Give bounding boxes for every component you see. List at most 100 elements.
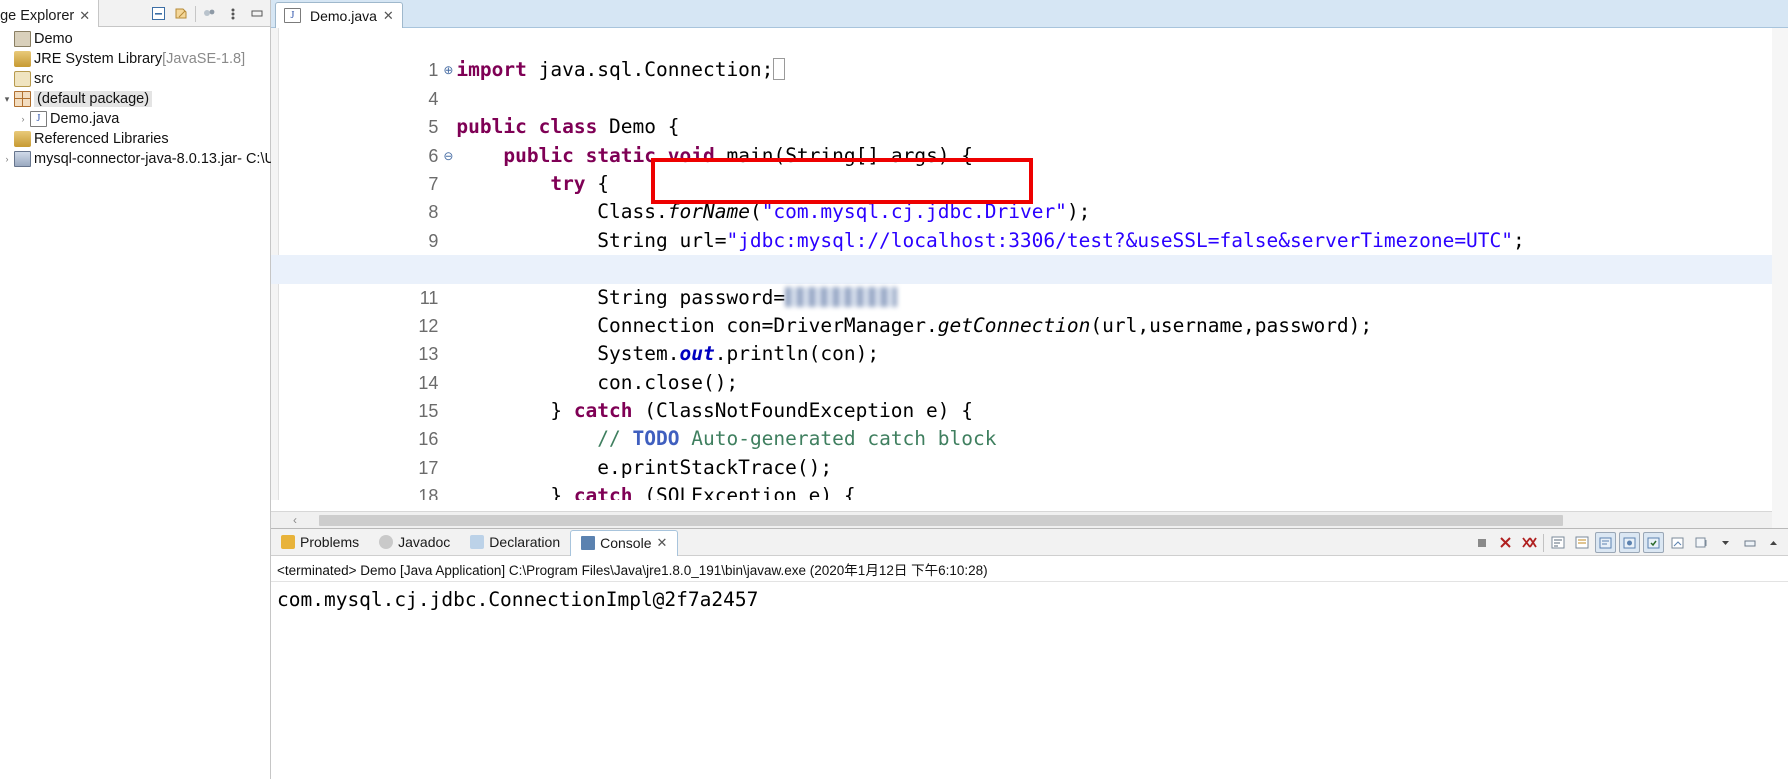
tab-problems[interactable]: Problems bbox=[271, 529, 369, 556]
tab-package-explorer[interactable]: age Explorer ✕ bbox=[0, 0, 100, 27]
remove-launch-icon[interactable] bbox=[1495, 532, 1516, 553]
console-output-text: com.mysql.cj.jdbc.ConnectionImpl@2f7a245… bbox=[277, 588, 759, 611]
tree-item-suffix: [JavaSE-1.8] bbox=[162, 51, 246, 67]
console-toolbar bbox=[1471, 532, 1784, 553]
tree-item-label: Referenced Libraries bbox=[34, 131, 169, 147]
expand-arrow-icon[interactable]: › bbox=[0, 154, 14, 164]
java-file-icon: J bbox=[284, 8, 301, 23]
show-console-icon[interactable] bbox=[1595, 532, 1616, 553]
tree-item-referenced-libraries[interactable]: Referenced Libraries bbox=[0, 129, 270, 149]
remove-all-launches-icon[interactable] bbox=[1519, 532, 1540, 553]
close-icon[interactable]: ✕ bbox=[657, 535, 668, 551]
expand-arrow-icon[interactable]: › bbox=[16, 114, 30, 124]
code-line: 6 ⊖ public static void main(String[] args… bbox=[271, 113, 1788, 167]
editor-horizontal-scrollbar[interactable]: ‹ › bbox=[271, 511, 1788, 528]
code-editor[interactable]: 1 ⊕ import java.sql.Connection; 4 5 public … bbox=[271, 28, 1788, 528]
package-icon bbox=[14, 91, 31, 107]
console-icon bbox=[581, 536, 596, 550]
code-line: 14 con.close(); bbox=[271, 340, 1788, 394]
source-folder-icon bbox=[14, 71, 31, 87]
tree-item-src[interactable]: src bbox=[0, 69, 270, 89]
code-line: 8 Class.forName("com.mysql.cj.jdbc.Drive… bbox=[271, 170, 1788, 223]
tab-label: Declaration bbox=[489, 534, 561, 550]
code-line: 15 } catch (ClassNotFoundException e) { bbox=[271, 369, 1788, 422]
view-menu-dots-icon[interactable] bbox=[198, 3, 220, 25]
code-line: 4 bbox=[271, 56, 1788, 109]
tree-item-mysql-connector-jar[interactable]: › mysql-connector-java-8.0.13.jar - C:\U bbox=[0, 149, 275, 169]
tab-console[interactable]: Console ✕ bbox=[570, 529, 679, 556]
tree-item-jre-system-library[interactable]: JRE System Library [JavaSE-1.8] bbox=[0, 49, 270, 69]
tree-item-label: Demo.java bbox=[50, 111, 120, 127]
tree-item-default-package[interactable]: ▾ (default package) bbox=[0, 89, 270, 109]
terminate-icon[interactable] bbox=[1471, 532, 1492, 553]
scroll-track[interactable] bbox=[319, 514, 1766, 526]
code-line: 18 } catch (SQLException e) { bbox=[271, 454, 1788, 500]
package-explorer-view: age Explorer ✕ Demo JRE System Library [… bbox=[0, 0, 275, 779]
package-explorer-tab-row: age Explorer ✕ bbox=[0, 0, 270, 27]
minimize-icon[interactable] bbox=[1739, 532, 1760, 553]
editor-vertical-scrollbar[interactable] bbox=[1772, 28, 1788, 528]
tree-item-label: mysql-connector-java-8.0.13.jar bbox=[34, 151, 238, 167]
tree-item-demo-java[interactable]: › J Demo.java bbox=[0, 109, 270, 129]
close-icon[interactable]: ✕ bbox=[79, 8, 90, 24]
code-line: 1 ⊕ import java.sql.Connection; bbox=[271, 28, 1788, 81]
declaration-icon bbox=[470, 535, 485, 549]
tab-label: Console bbox=[600, 535, 652, 551]
code-line: 13 System.out.println(con); bbox=[271, 312, 1788, 365]
editor-and-console-area: J Demo.java ✕ 1 ⊕ import java.sql.Connecti… bbox=[271, 0, 1788, 779]
code-line: 19 // TODO Auto-generated catch block bbox=[271, 482, 1788, 500]
close-icon[interactable]: ✕ bbox=[383, 8, 394, 24]
tree-item-suffix: - C:\U bbox=[237, 151, 275, 167]
project-tree[interactable]: Demo JRE System Library [JavaSE-1.8] src… bbox=[0, 27, 275, 169]
project-icon bbox=[14, 31, 31, 47]
tree-item-label: Demo bbox=[34, 31, 73, 47]
console-tab-row: Problems Javadoc Declaration Console ✕ bbox=[271, 529, 1788, 556]
display-selected-console-icon[interactable] bbox=[1643, 532, 1664, 553]
view-menu-icon[interactable] bbox=[222, 3, 244, 25]
tab-declaration[interactable]: Declaration bbox=[460, 529, 570, 556]
maximize-icon[interactable] bbox=[1763, 532, 1784, 553]
scroll-thumb[interactable] bbox=[319, 514, 1564, 526]
code-line: 9 String url="jdbc:mysql://localhost:330… bbox=[271, 198, 1788, 252]
code-line: 10 String username="root"; bbox=[271, 227, 1788, 280]
code-text-area[interactable]: 1 ⊕ import java.sql.Connection; 4 5 public … bbox=[271, 28, 1788, 500]
code-line: 5 public class Demo { bbox=[271, 85, 1788, 138]
code-line-highlighted: 11 String password= bbox=[271, 255, 1788, 309]
toolbar-separator bbox=[1543, 533, 1544, 552]
jar-icon bbox=[14, 151, 31, 167]
scroll-lock-icon[interactable] bbox=[1571, 532, 1592, 553]
eclipse-ide-window: age Explorer ✕ Demo JRE System Library [… bbox=[0, 0, 1788, 779]
tab-demo-java[interactable]: J Demo.java ✕ bbox=[275, 2, 403, 28]
chevron-down-icon[interactable] bbox=[1715, 532, 1736, 553]
javadoc-icon bbox=[379, 535, 394, 549]
tree-item-project[interactable]: Demo bbox=[0, 29, 270, 49]
console-view: Problems Javadoc Declaration Console ✕ <… bbox=[271, 528, 1788, 779]
tab-label: Problems bbox=[300, 534, 360, 550]
pin-console-icon[interactable] bbox=[1619, 532, 1640, 553]
code-line: 16 // TODO Auto-generated catch block bbox=[271, 397, 1788, 450]
open-console-icon[interactable] bbox=[1667, 532, 1688, 553]
tab-label: Javadoc bbox=[398, 534, 451, 550]
problems-icon bbox=[281, 535, 295, 549]
library-icon bbox=[14, 51, 31, 67]
toolbar-separator bbox=[195, 5, 196, 22]
expand-arrow-icon[interactable]: ▾ bbox=[0, 94, 14, 105]
code-line: 7 try { bbox=[271, 142, 1788, 195]
package-explorer-toolbar bbox=[147, 2, 268, 25]
minimize-icon[interactable] bbox=[246, 3, 268, 25]
scroll-left-icon[interactable]: ‹ bbox=[271, 513, 319, 527]
word-wrap-icon[interactable] bbox=[1547, 532, 1568, 553]
tab-javadoc[interactable]: Javadoc bbox=[369, 529, 460, 556]
library-icon bbox=[14, 131, 31, 147]
link-with-editor-icon[interactable] bbox=[171, 3, 193, 25]
tree-item-label: src bbox=[34, 71, 54, 87]
console-status-line: <terminated> Demo [Java Application] C:\… bbox=[271, 556, 1788, 582]
code-line: 12 Connection con=DriverManager.getConne… bbox=[271, 284, 1788, 337]
java-file-icon: J bbox=[30, 111, 47, 127]
editor-tab-row: J Demo.java ✕ bbox=[271, 0, 1788, 28]
collapse-all-icon[interactable] bbox=[147, 3, 169, 25]
code-line: 17 e.printStackTrace(); bbox=[271, 425, 1788, 479]
package-explorer-tab-label: age Explorer bbox=[0, 7, 75, 24]
tree-item-label: JRE System Library bbox=[34, 51, 163, 67]
new-console-view-icon[interactable] bbox=[1691, 532, 1712, 553]
